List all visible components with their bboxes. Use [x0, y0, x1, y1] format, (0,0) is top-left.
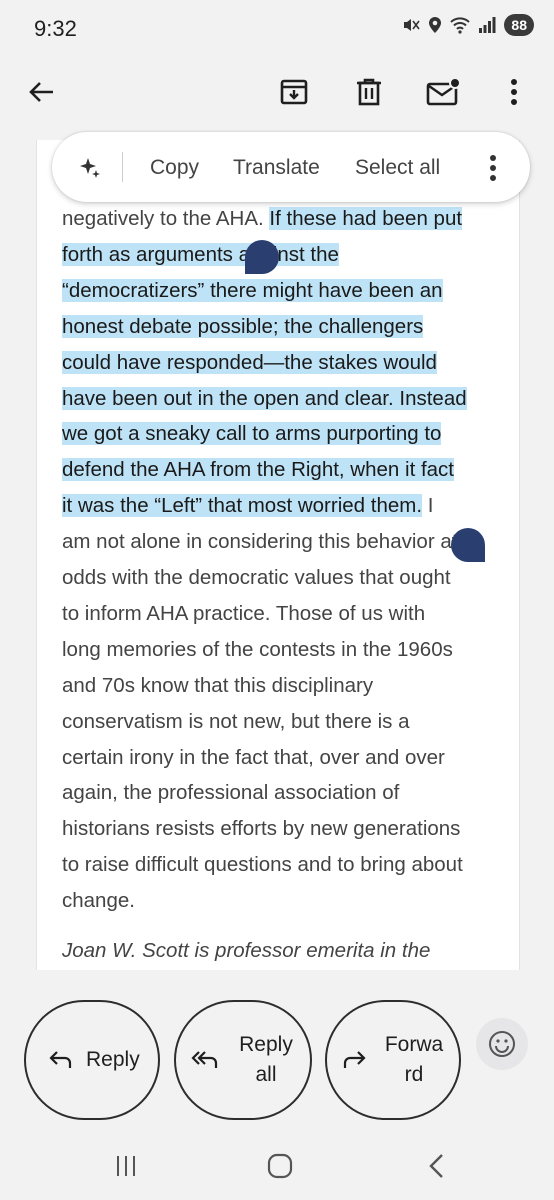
recents-button[interactable] — [106, 1148, 146, 1184]
text-selection-menu: Copy Translate Select all — [52, 132, 530, 202]
message-text-segment: change. — [62, 889, 135, 913]
translate-menu-item[interactable]: Translate — [233, 156, 320, 180]
selected-text: “democratizers” there might have been an — [62, 278, 443, 302]
back-chevron-icon — [429, 1154, 443, 1178]
reply-all-icon — [191, 1051, 218, 1068]
selected-text: it was the “Left” that most worried them… — [62, 494, 423, 518]
message-line: long memories of the contests in the 196… — [62, 633, 453, 667]
selected-text: we got a sneaky call to arms purporting … — [62, 422, 442, 446]
message-line: conservatism is not new, but there is a — [62, 705, 410, 739]
message-line: honest debate possible; the challengers — [62, 310, 424, 344]
message-text-segment: conservatism is not new, but there is a — [62, 709, 410, 733]
mail-unread-icon — [426, 77, 460, 106]
reply-label: Reply — [86, 1048, 140, 1071]
trash-icon — [357, 78, 381, 106]
more-vert-icon[interactable] — [489, 154, 497, 182]
reply-all-button[interactable]: Reply all — [174, 1000, 312, 1120]
selected-text: forth as arguments against the — [62, 242, 339, 266]
message-text-segment: negatively to the AHA. — [62, 207, 270, 230]
reply-all-label-line2: all — [255, 1063, 277, 1086]
selection-start-handle[interactable] — [245, 240, 279, 274]
reply-all-label-line1: Reply — [239, 1033, 293, 1056]
message-text-segment: certain irony in the fact that, over and… — [62, 745, 445, 769]
selected-text: could have responded—the stakes would — [62, 350, 437, 374]
status-icons: 88 — [402, 14, 534, 36]
message-line: defend the AHA from the Right, when it f… — [62, 453, 455, 487]
message-line: it was the “Left” that most worried them… — [62, 489, 433, 523]
system-nav-bar — [0, 1130, 554, 1200]
back-nav-button[interactable] — [416, 1148, 456, 1184]
message-line: we got a sneaky call to arms purporting … — [62, 417, 442, 451]
battery-badge: 88 — [504, 14, 534, 36]
copy-menu-item[interactable]: Copy — [150, 156, 199, 180]
mute-icon — [404, 19, 421, 31]
signature-line: Joan W. Scott is professor emerita in th… — [62, 939, 431, 962]
message-line: “democratizers” there might have been an — [62, 274, 443, 308]
mark-unread-button[interactable] — [423, 72, 463, 112]
selected-text: honest debate possible; the challengers — [62, 314, 424, 338]
smiley-icon — [489, 1031, 515, 1057]
home-button[interactable] — [260, 1148, 300, 1184]
back-arrow-icon — [29, 82, 53, 102]
message-text-segment: to raise difficult questions and to brin… — [62, 853, 463, 877]
message-line: odds with the democratic values that oug… — [62, 561, 451, 595]
delete-button[interactable] — [349, 72, 389, 112]
selected-text: have been out in the open and clear. Ins… — [62, 386, 467, 410]
status-time: 9:32 — [34, 16, 77, 41]
message-line: am not alone in considering this behavio… — [62, 525, 457, 559]
message-text-segment: odds with the democratic values that oug… — [62, 566, 451, 589]
message-line: certain irony in the fact that, over and… — [62, 741, 445, 775]
message-text-segment: and 70s know that this disciplinary — [62, 673, 374, 697]
message-line: again, the professional association of — [62, 776, 399, 810]
message-actions: Reply Reply all Forwa rd — [0, 990, 554, 1120]
email-toolbar — [0, 60, 554, 122]
forward-label-line2: rd — [404, 1063, 424, 1086]
more-vert-icon — [511, 79, 517, 105]
message-line: historians resists efforts by new genera… — [62, 812, 460, 846]
reply-icon — [49, 1051, 72, 1068]
selected-text: defend the AHA from the Right, when it f… — [62, 458, 455, 482]
message-line: could have responded—the stakes would — [62, 346, 437, 380]
wifi-icon — [450, 17, 471, 34]
signal-icon — [479, 17, 496, 33]
message-text-segment: to inform AHA practice. Those of us with — [62, 601, 426, 625]
archive-button[interactable] — [274, 72, 314, 112]
message-line: negatively to the AHA. If these had been… — [62, 202, 463, 236]
message-text-segment: I — [422, 494, 434, 518]
message-text-segment: again, the professional association of — [62, 781, 400, 805]
menu-divider — [122, 152, 123, 182]
select-all-menu-item[interactable]: Select all — [355, 156, 440, 180]
email-body: negatively to the AHA. If these had been… — [36, 140, 520, 970]
home-icon — [267, 1153, 293, 1179]
message-line: and 70s know that this disciplinary — [62, 669, 373, 703]
status-bar: 9:32 88 — [0, 0, 554, 56]
message-line: forth as arguments against the — [62, 238, 339, 272]
message-line: have been out in the open and clear. Ins… — [62, 382, 467, 416]
message-line: change. — [62, 884, 135, 918]
forward-label-line1: Forwa — [384, 1033, 444, 1056]
forward-button[interactable]: Forwa rd — [325, 1000, 461, 1120]
emoji-reaction-button[interactable] — [476, 1018, 528, 1070]
selected-text: If these had been put — [269, 207, 463, 230]
message-line: to inform AHA practice. Those of us with — [62, 597, 425, 631]
sparkle-icon[interactable] — [78, 156, 102, 180]
reply-button[interactable]: Reply — [24, 1000, 160, 1120]
back-button[interactable] — [22, 72, 62, 112]
more-options-button[interactable] — [494, 72, 534, 112]
archive-icon — [280, 79, 308, 105]
location-icon — [429, 17, 442, 33]
forward-icon — [343, 1051, 366, 1068]
selection-end-handle[interactable] — [451, 528, 485, 562]
message-line: to raise difficult questions and to brin… — [62, 848, 463, 882]
message-text-segment: long memories of the contests in the 196… — [62, 637, 453, 661]
message-text-segment: historians resists efforts by new genera… — [62, 817, 461, 841]
recents-icon — [117, 1156, 135, 1176]
message-text-segment: am not alone in considering this behavio… — [62, 530, 458, 554]
